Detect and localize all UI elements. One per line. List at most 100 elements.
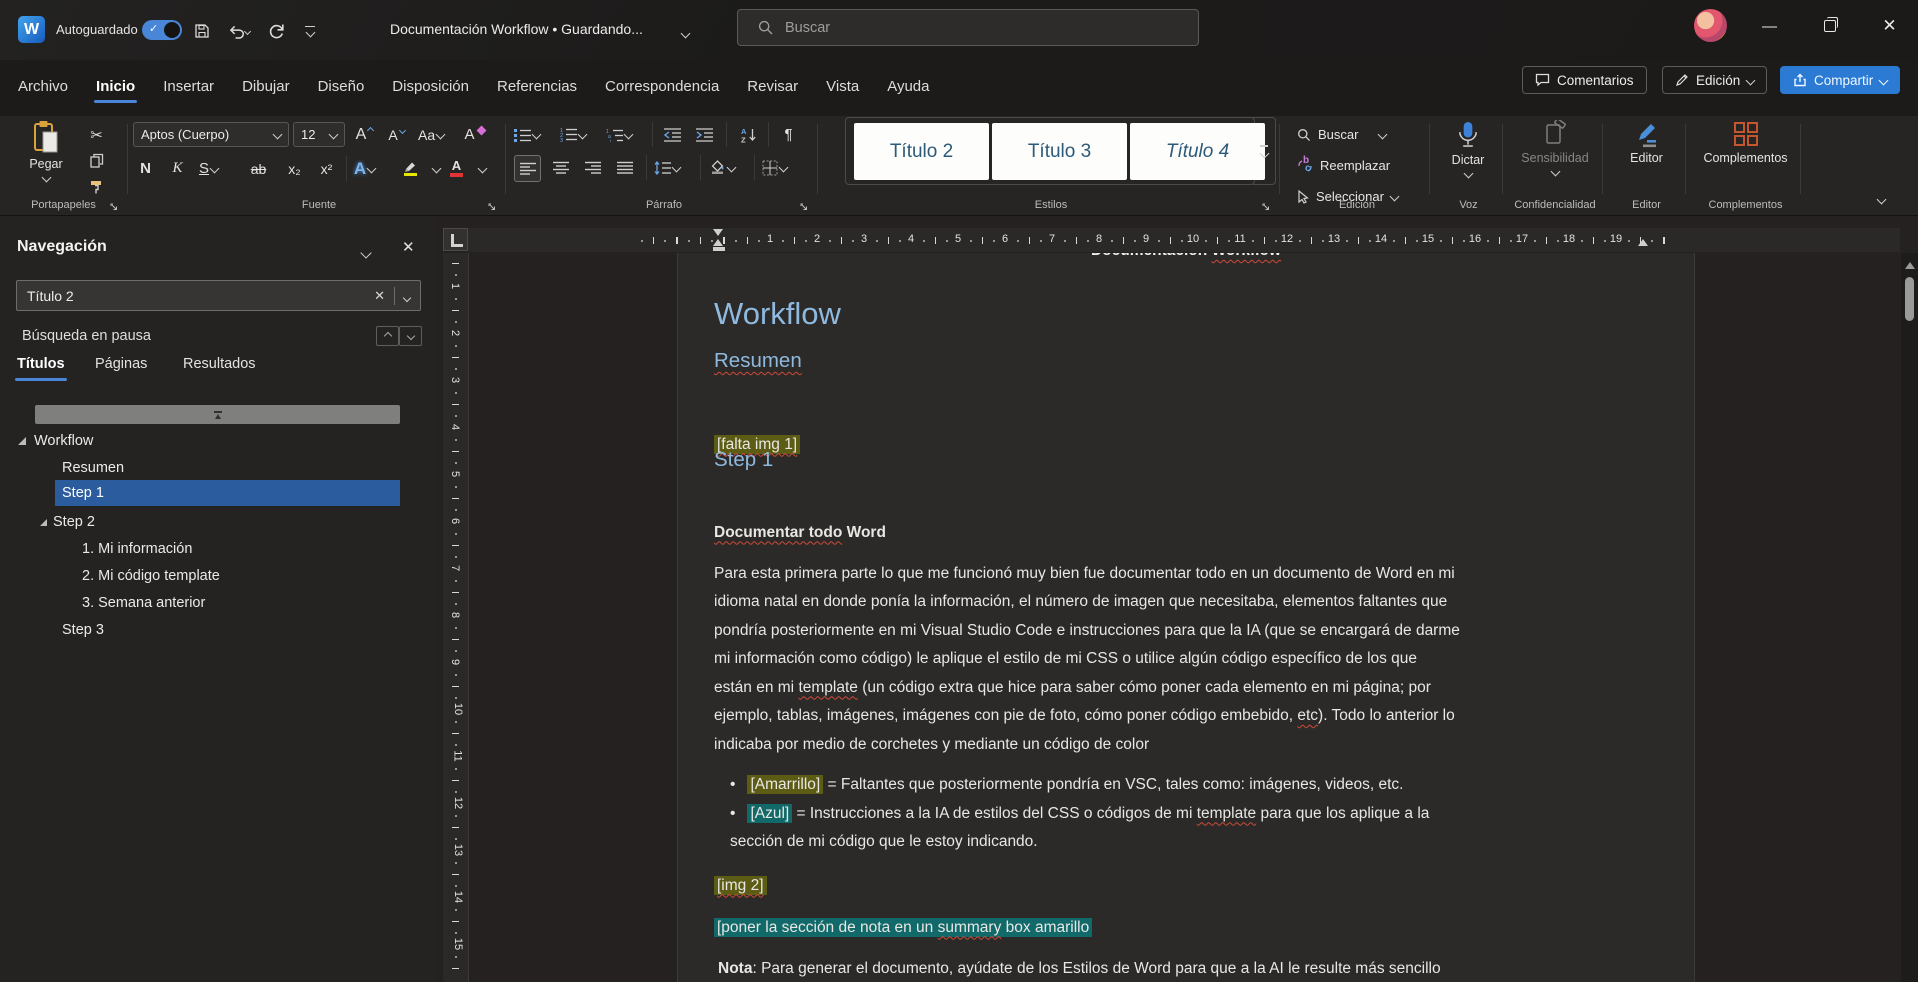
editor-button[interactable]: Editor [1608,120,1685,165]
font-name-select[interactable]: Aptos (Cuerpo) [133,122,289,147]
scroll-to-top-bar[interactable] [35,405,400,424]
restore-button[interactable] [1806,0,1853,52]
strikethrough-button[interactable]: ab [246,156,271,181]
italic-button[interactable]: K [165,156,190,181]
tab-diseno[interactable]: Diseño [304,68,379,109]
dialog-launcher-icon[interactable] [799,202,809,212]
superscript-button[interactable]: x² [314,156,339,181]
left-indent-marker[interactable] [712,246,725,251]
first-line-indent-marker[interactable] [713,229,723,236]
style-titulo2[interactable]: Título 2 [854,123,989,180]
nav-search-input[interactable]: Título 2 ✕ [16,280,421,311]
sort-button[interactable]: AZ [736,122,761,147]
change-case-button[interactable]: Aa [418,122,446,147]
word-logo-icon[interactable]: W [18,16,45,43]
paste-button[interactable]: Pegar [18,120,74,183]
style-titulo4[interactable]: Título 4 [1130,123,1265,180]
nav-tab-titulos[interactable]: Títulos [17,356,65,372]
decrease-indent-button[interactable] [660,122,685,147]
borders-button[interactable] [762,155,789,180]
addins-button[interactable]: Complementos [1691,120,1800,165]
justify-button[interactable] [612,155,637,180]
align-right-button[interactable] [580,155,605,180]
customize-toolbar-button[interactable] [296,18,324,44]
line-spacing-button[interactable] [654,155,682,180]
tab-disposicion[interactable]: Disposición [378,68,483,109]
tab-insertar[interactable]: Insertar [149,68,228,109]
scroll-up-arrow[interactable] [1905,262,1915,269]
shading-button[interactable] [710,155,737,180]
numbering-button[interactable]: 123 [560,122,588,147]
nav-item-step3[interactable]: Step 3 [62,617,104,643]
nav-item-mi-codigo-template[interactable]: 2. Mi código template [82,563,220,589]
previous-result-button[interactable] [376,326,399,346]
search-input[interactable]: Buscar [737,9,1199,46]
doc-title-workflow[interactable]: Workflow [714,296,841,332]
hanging-indent-marker[interactable] [713,239,723,246]
nav-item-resumen[interactable]: Resumen [62,455,124,481]
caret-expanded-icon[interactable] [40,518,47,526]
multilevel-list-button[interactable]: 1ai [606,122,634,147]
avatar[interactable] [1694,9,1727,42]
page[interactable]: Documentación Workflow Workflow Resumen … [677,253,1695,982]
nav-item-mi-informacion[interactable]: 1. Mi información [82,536,192,562]
cut-button[interactable]: ✂ [84,122,109,147]
undo-button[interactable] [222,18,256,44]
paragraph-step1[interactable]: Para esta primera parte lo que me funcio… [714,531,1664,759]
document-title[interactable]: Documentación Workflow • Guardando... [390,21,643,37]
font-size-select[interactable]: 12 [293,122,345,147]
share-button[interactable]: Compartir [1780,66,1901,94]
redo-button[interactable] [262,18,290,44]
nav-item-step2[interactable]: Step 2 [40,509,95,535]
tab-archivo[interactable]: Archivo [4,68,82,109]
chevron-down-icon[interactable] [431,163,442,174]
align-left-button[interactable] [514,155,541,182]
clear-search-icon[interactable]: ✕ [365,288,394,304]
horizontal-ruler[interactable]: 1 2 3 4 5 6 7 8 9 10 11 12 13 14 15 16 17 18 19 [468,228,1900,252]
collapse-ribbon-button[interactable] [1876,190,1887,208]
dialog-launcher-icon[interactable] [109,202,119,212]
page-header[interactable]: Documentación Workflow [678,253,1694,260]
tab-vista[interactable]: Vista [812,68,873,109]
align-center-button[interactable] [548,155,573,180]
dialog-launcher-icon[interactable] [487,202,497,212]
replace-button[interactable]: b c Reemplazar [1297,153,1390,178]
find-button[interactable]: Buscar [1297,122,1388,147]
scrollbar-thumb[interactable] [1905,277,1914,321]
next-result-button[interactable] [399,326,422,346]
nav-item-semana-anterior[interactable]: 3. Semana anterior [82,590,205,616]
format-painter-button[interactable] [84,174,109,199]
tab-correspondencia[interactable]: Correspondencia [591,68,733,109]
nav-item-step1-selected[interactable]: Step 1 [55,480,400,506]
comments-button[interactable]: Comentarios [1522,66,1647,94]
style-titulo3[interactable]: Título 3 [992,123,1127,180]
nav-close-button[interactable]: ✕ [402,238,415,256]
tab-selector[interactable] [443,228,468,251]
editing-mode-button[interactable]: Edición [1662,66,1768,94]
vertical-scrollbar[interactable] [1901,253,1918,982]
show-paragraph-marks-button[interactable]: ¶ [776,122,801,147]
highlight-color-button[interactable] [398,156,423,181]
increase-indent-button[interactable] [692,122,717,147]
close-button[interactable]: ✕ [1866,0,1913,52]
dialog-launcher-icon[interactable] [1261,202,1271,212]
autosave-toggle[interactable]: ✓ [142,20,182,40]
bold-button[interactable]: N [133,156,158,181]
copy-button[interactable] [84,148,109,173]
bullets-button[interactable] [514,122,542,147]
dictate-button[interactable]: Dictar [1437,120,1499,179]
underline-button[interactable]: S [196,156,221,181]
chevron-down-icon[interactable] [395,288,412,304]
vertical-ruler[interactable]: 1 2 3 4 5 6 7 8 9 10 11 12 13 14 15 [443,253,468,982]
heading-resumen[interactable]: Resumen [714,349,802,373]
nav-collapse-button[interactable] [360,244,372,262]
heading-step1[interactable]: Step 1 [714,448,773,472]
caret-expanded-icon[interactable] [18,437,26,445]
styles-gallery-more-button[interactable] [1253,117,1276,185]
tab-inicio[interactable]: Inicio [82,68,149,109]
nav-tab-resultados[interactable]: Resultados [183,356,256,372]
grow-font-button[interactable]: A [352,122,377,147]
nav-item-workflow[interactable]: Workflow [18,428,93,454]
nav-tab-paginas[interactable]: Páginas [95,356,147,372]
save-button[interactable] [188,18,216,44]
